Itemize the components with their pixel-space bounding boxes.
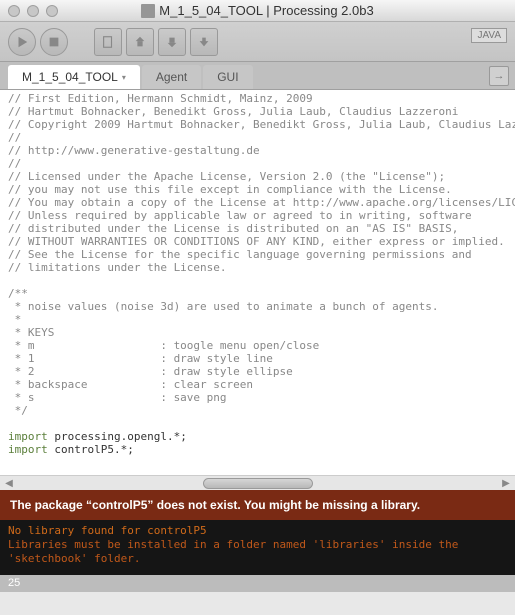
console-line: No library found for controlP5 [8, 524, 507, 538]
run-button[interactable] [8, 28, 36, 56]
horizontal-scrollbar[interactable]: ◀ ▶ [0, 475, 515, 490]
arrow-right-icon: → [494, 70, 505, 82]
export-icon [197, 35, 211, 49]
mode-selector[interactable]: JAVA [471, 28, 507, 43]
tab-menu-button[interactable]: → [489, 66, 509, 86]
window-controls [0, 5, 58, 17]
new-sketch-button[interactable] [94, 28, 122, 56]
tab-label: Agent [156, 70, 187, 84]
window-title: M_1_5_04_TOOL | Processing 2.0b3 [0, 3, 515, 18]
status-bar: 25 [0, 575, 515, 592]
tab-agent[interactable]: Agent [142, 65, 201, 89]
tab-bar: M_1_5_04_TOOL ▾ Agent GUI → [0, 62, 515, 90]
open-sketch-button[interactable] [126, 28, 154, 56]
save-icon [165, 35, 179, 49]
toolbar: JAVA [0, 22, 515, 62]
tab-label: M_1_5_04_TOOL [22, 70, 118, 84]
console-line: Libraries must be installed in a folder … [8, 538, 507, 566]
scrollbar-thumb[interactable] [203, 478, 313, 489]
tab-label: GUI [217, 70, 238, 84]
line-number: 25 [8, 577, 20, 589]
play-icon [15, 35, 29, 49]
titlebar: M_1_5_04_TOOL | Processing 2.0b3 [0, 0, 515, 22]
scroll-left-icon: ◀ [2, 478, 16, 489]
export-button[interactable] [190, 28, 218, 56]
zoom-window-button[interactable] [46, 5, 58, 17]
close-window-button[interactable] [8, 5, 20, 17]
minimize-window-button[interactable] [27, 5, 39, 17]
error-message-bar: The package “controlP5” does not exist. … [0, 490, 515, 520]
new-file-icon [101, 35, 115, 49]
open-icon [133, 35, 147, 49]
code-content: // First Edition, Hermann Schmidt, Mainz… [0, 90, 515, 460]
tab-main-sketch[interactable]: M_1_5_04_TOOL ▾ [8, 65, 140, 89]
tab-gui[interactable]: GUI [203, 65, 252, 89]
sketch-file-icon [141, 4, 155, 18]
stop-button[interactable] [40, 28, 68, 56]
chevron-down-icon: ▾ [122, 73, 126, 82]
stop-icon [47, 35, 61, 49]
window-title-text: M_1_5_04_TOOL | Processing 2.0b3 [159, 3, 373, 18]
console: No library found for controlP5 Libraries… [0, 520, 515, 575]
save-sketch-button[interactable] [158, 28, 186, 56]
code-editor[interactable]: // First Edition, Hermann Schmidt, Mainz… [0, 90, 515, 490]
scroll-right-icon: ▶ [499, 478, 513, 489]
